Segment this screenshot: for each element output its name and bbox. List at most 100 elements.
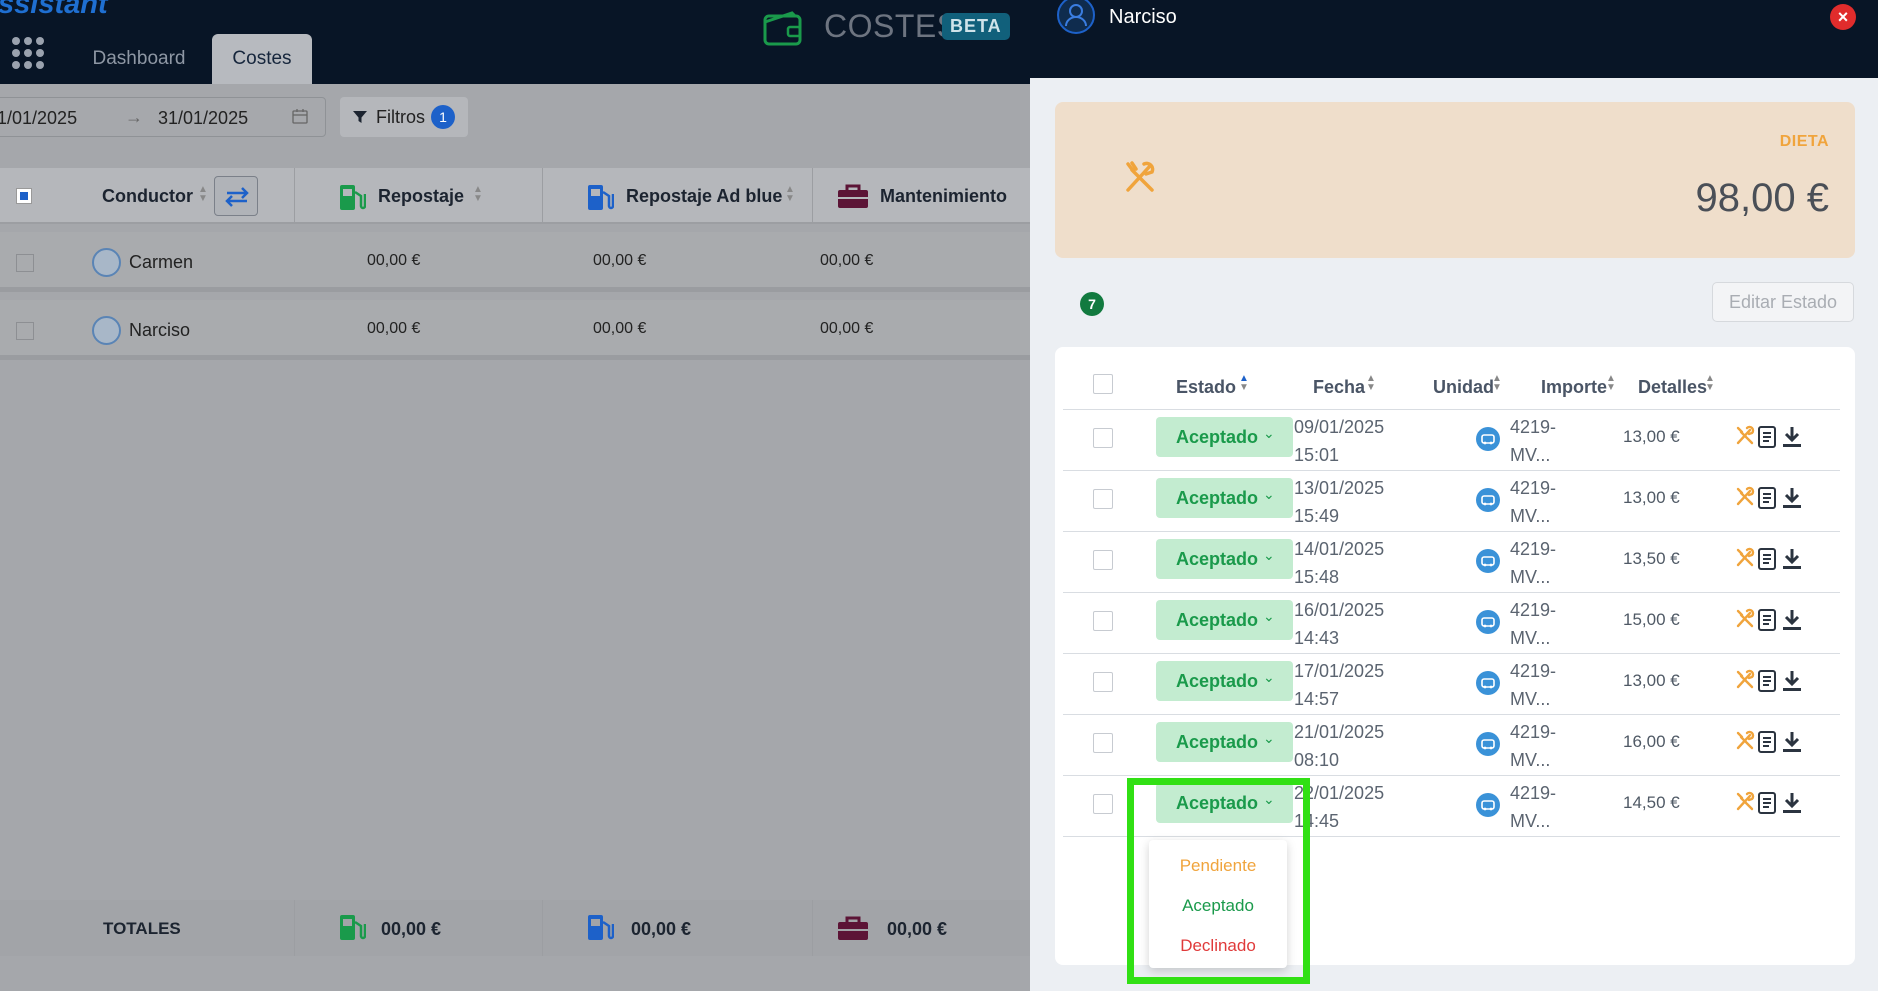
date-start[interactable]: 1/01/2025 [0,108,77,129]
mantenimiento-value: 00,00 € [820,252,874,269]
fork-knife-icon[interactable] [1735,547,1755,574]
download-icon[interactable] [1781,791,1803,820]
download-icon[interactable] [1781,547,1803,576]
avatar [92,316,121,345]
sort-icon[interactable]: ▲ ▼ [1492,374,1502,393]
tab-dashboard[interactable]: Dashboard [80,34,198,84]
fork-knife-icon[interactable] [1735,486,1755,513]
table-row[interactable]: Aceptado ⌄ 13/01/2025 15:49 4219- MV... 13,00 … [1063,471,1840,532]
download-icon[interactable] [1781,608,1803,637]
table-row[interactable]: Aceptado ⌄ 09/01/2025 15:01 4219- MV... 13,00 … [1063,410,1840,471]
table-row[interactable]: Aceptado ⌄ 14/01/2025 15:48 4219- MV... 13,50 … [1063,532,1840,593]
document-icon[interactable] [1757,791,1777,820]
column-mantenimiento[interactable]: Mantenimiento [880,186,1007,207]
table-row[interactable]: Aceptado ⌄ 21/01/2025 08:10 4219- MV... 16,00 … [1063,715,1840,776]
importe-value: 13,00 € [1623,488,1680,507]
fecha-time: 14:43 [1294,628,1340,648]
fork-knife-icon [1122,160,1158,201]
sort-icon[interactable]: ▲ ▼ [198,185,208,204]
column-estado[interactable]: Estado [1176,377,1236,398]
unidad-line-1: 4219- [1510,722,1557,742]
estado-select[interactable]: Aceptado ⌄ [1156,661,1293,701]
sort-icon[interactable]: ▲ ▼ [473,185,483,204]
download-icon[interactable] [1781,425,1803,454]
table-row[interactable]: Aceptado ⌄ 16/01/2025 14:43 4219- MV... 15,00 … [1063,593,1840,654]
fecha-cell: 09/01/2025 15:01 [1294,413,1384,469]
sort-icon[interactable]: ▲ ▼ [785,185,795,204]
document-icon[interactable] [1757,669,1777,698]
fecha-cell: 13/01/2025 15:49 [1294,474,1384,530]
table-row[interactable]: Narciso 00,00 € 00,00 € 00,00 € [0,300,1030,360]
download-icon[interactable] [1781,486,1803,515]
estado-select[interactable]: Aceptado ⌄ [1156,722,1293,762]
table-row[interactable]: Carmen 00,00 € 00,00 € 00,00 € [0,232,1030,292]
estado-select[interactable]: Aceptado ⌄ [1156,478,1293,518]
chevron-down-icon: ⌄ [1263,669,1275,685]
unidad-line-1: 4219- [1510,600,1557,620]
row-checkbox[interactable] [1093,489,1113,509]
document-icon[interactable] [1757,608,1777,637]
unidad-line-2: MV... [1510,506,1551,526]
document-icon[interactable] [1757,486,1777,515]
table-row[interactable]: Aceptado ⌄ 17/01/2025 14:57 4219- MV... 13,00 … [1063,654,1840,715]
chevron-down-icon: ⌄ [1263,547,1275,563]
row-checkbox[interactable] [16,322,34,340]
column-importe[interactable]: Importe [1541,377,1607,398]
fecha-date: 16/01/2025 [1294,600,1385,620]
select-all-checkbox[interactable] [16,188,32,204]
fork-knife-icon[interactable] [1735,791,1755,818]
estado-select[interactable]: Aceptado ⌄ [1156,600,1293,640]
fork-knife-icon[interactable] [1735,425,1755,452]
row-checkbox[interactable] [1093,672,1113,692]
row-checkbox[interactable] [1093,611,1113,631]
filter-icon [352,109,368,130]
fecha-cell: 17/01/2025 14:57 [1294,657,1384,713]
document-icon[interactable] [1757,547,1777,576]
date-end[interactable]: 31/01/2025 [158,108,248,129]
unidad-line-1: 4219- [1510,478,1557,498]
fork-knife-icon[interactable] [1735,730,1755,757]
sort-icon[interactable]: ▲ ▼ [1606,374,1616,393]
column-detalles[interactable]: Detalles [1638,377,1707,398]
column-repostaje-ad-blue[interactable]: Repostaje Ad blue [626,186,782,207]
section-title: COSTES [824,8,959,44]
dieta-summary-card: DIETA 98,00 € [1055,102,1855,258]
sort-icon[interactable]: ▲ ▼ [1705,374,1715,393]
importe-value: 15,00 € [1623,610,1680,629]
unidad-cell: 4219- MV... [1510,718,1556,774]
document-icon[interactable] [1757,730,1777,759]
fork-knife-icon[interactable] [1735,608,1755,635]
close-button[interactable]: × [1830,4,1856,30]
unidad-line-2: MV... [1510,628,1551,648]
column-unidad[interactable]: Unidad [1433,377,1494,398]
sort-icon[interactable]: ▲ ▼ [1366,374,1376,393]
row-checkbox[interactable] [1093,733,1113,753]
row-checkbox[interactable] [1093,550,1113,570]
swap-columns-button[interactable] [214,176,258,216]
estado-select[interactable]: Aceptado ⌄ [1156,539,1293,579]
sort-icon[interactable]: ▲ ▼ [1239,374,1249,393]
row-checkbox[interactable] [16,254,34,272]
edit-estado-button[interactable]: Editar Estado [1712,282,1854,322]
row-checkbox[interactable] [1093,428,1113,448]
apps-grid-icon[interactable] [12,37,44,69]
row-checkbox[interactable] [1093,794,1113,814]
column-fecha[interactable]: Fecha [1313,377,1365,398]
importe-value: 13,00 € [1623,671,1680,690]
filters-button[interactable]: Filtros 1 [340,97,468,137]
tab-costes[interactable]: Costes [212,34,312,84]
totals-row: TOTALES 00,00 € 00,00 € 00,00 € [0,900,1030,956]
select-all-checkbox[interactable] [1093,374,1113,394]
filter-count-badge: 1 [431,105,455,129]
date-range-picker[interactable]: 1/01/2025 → 31/01/2025 [0,97,326,137]
download-icon[interactable] [1781,669,1803,698]
download-icon[interactable] [1781,730,1803,759]
estado-select[interactable]: Aceptado ⌄ [1156,417,1293,457]
adblue-value: 00,00 € [593,252,647,269]
document-icon[interactable] [1757,425,1777,454]
column-conductor[interactable]: Conductor [102,186,193,207]
fork-knife-icon[interactable] [1735,669,1755,696]
estado-label: Aceptado [1176,488,1259,508]
column-repostaje[interactable]: Repostaje [378,186,464,207]
unidad-line-1: 4219- [1510,417,1557,437]
